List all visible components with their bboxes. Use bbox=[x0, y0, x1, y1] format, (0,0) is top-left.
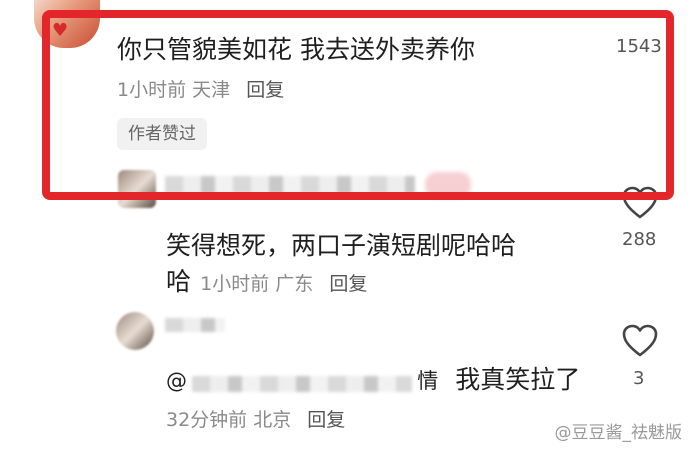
username-blurred bbox=[165, 318, 225, 332]
comment-location: 广东 bbox=[275, 273, 314, 295]
comment-text-line1: 笑得想死，两口子演短剧呢哈哈 bbox=[166, 231, 517, 260]
comment-time: 32分钟前 bbox=[166, 409, 248, 431]
mention-prefix[interactable]: @ bbox=[166, 369, 187, 393]
comment-location: 北京 bbox=[253, 409, 292, 431]
mention-blurred[interactable] bbox=[192, 375, 413, 392]
comment-text-row: @ 情 我真笑拉了 bbox=[166, 360, 580, 396]
like-count: 288 bbox=[622, 229, 657, 250]
reply-button[interactable]: 回复 bbox=[329, 273, 367, 295]
reply-button[interactable]: 回复 bbox=[307, 409, 345, 431]
comment-meta: 32分钟前 北京 回复 bbox=[166, 405, 345, 432]
comment-line2: 哈 1小时前 广东 回复 bbox=[166, 262, 367, 298]
highlight-frame bbox=[42, 10, 674, 200]
comment-meta: 1小时前 广东 回复 bbox=[200, 273, 367, 295]
comment-time: 1小时前 bbox=[200, 273, 270, 295]
comment-text: 我真笑拉了 bbox=[455, 365, 581, 394]
avatar[interactable] bbox=[116, 312, 154, 350]
watermark: @豆豆酱_祛魅版 bbox=[554, 423, 683, 443]
like-heart-icon[interactable] bbox=[622, 324, 658, 358]
like-count: 3 bbox=[633, 368, 645, 389]
mention-suffix[interactable]: 情 bbox=[417, 369, 438, 393]
comment-text-line2: 哈 bbox=[166, 267, 192, 296]
